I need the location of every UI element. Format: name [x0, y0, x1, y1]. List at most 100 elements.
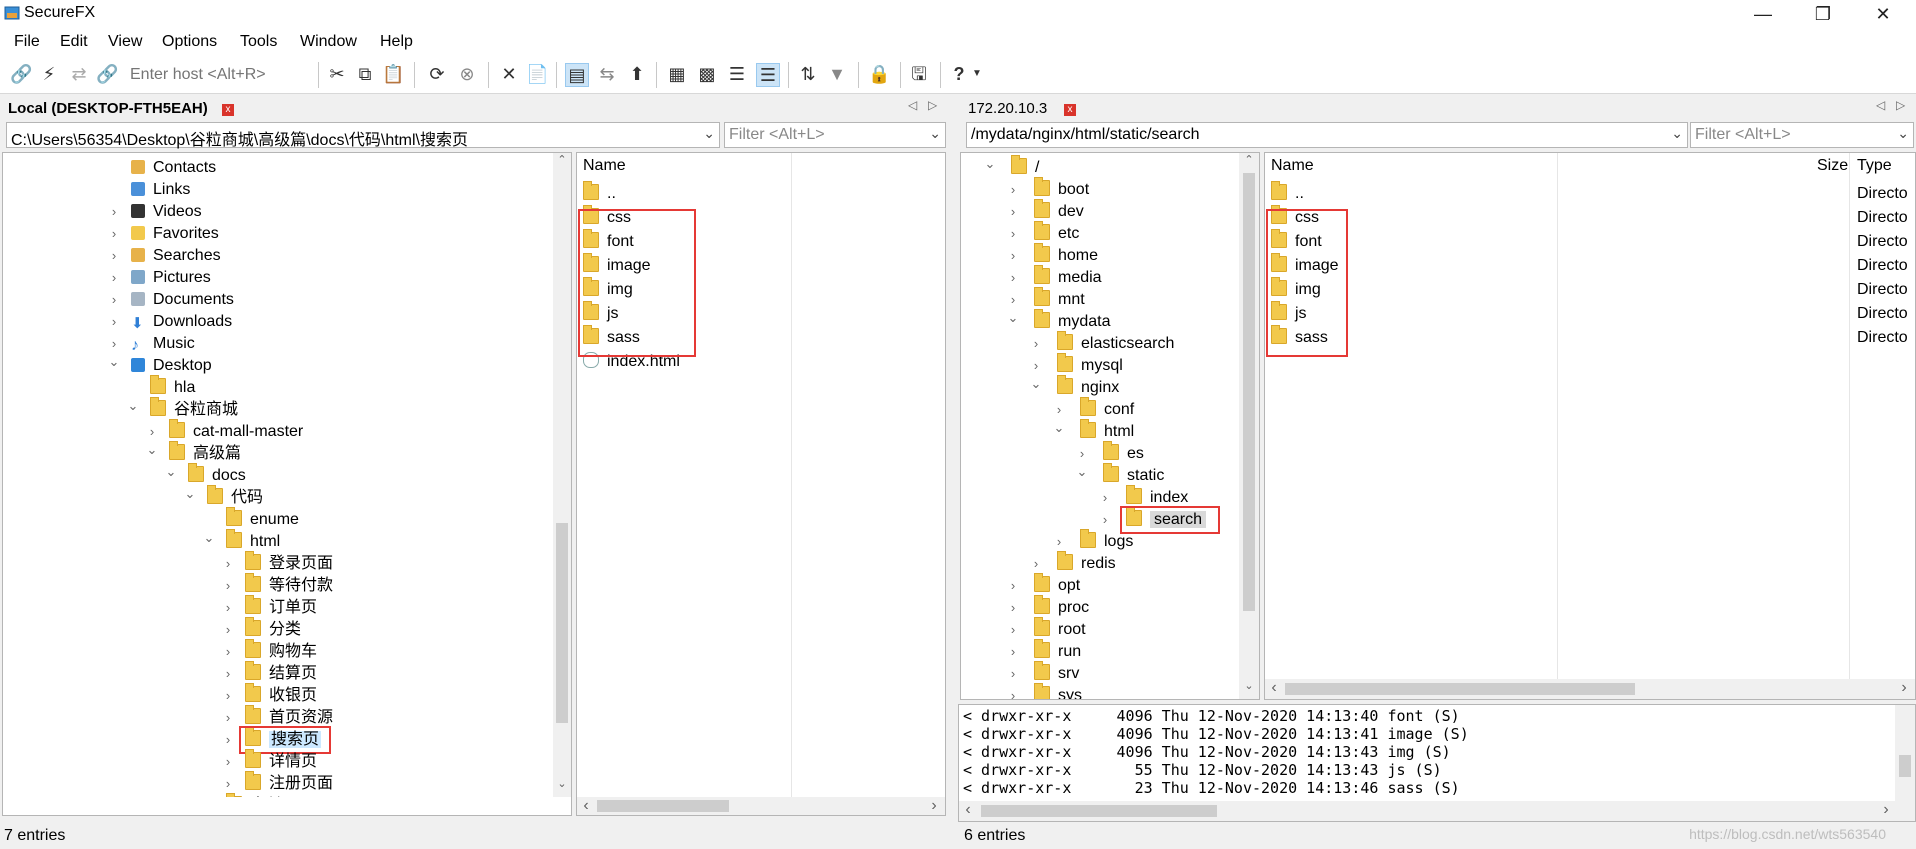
tree-item[interactable]: › proc	[961, 595, 1241, 619]
tree-item[interactable]: › Documents	[3, 289, 553, 311]
vertical-scrollbar[interactable]: ⌃ ⌄	[1239, 153, 1259, 699]
chevron-right-icon[interactable]: ›	[107, 267, 121, 289]
remote-file-list[interactable]: Name Size Type .. Directo css Directo font Di…	[1264, 152, 1916, 700]
menu-help[interactable]: Help	[380, 33, 413, 51]
tree-item[interactable]: › root	[961, 617, 1241, 641]
tree-item[interactable]: › opt	[961, 573, 1241, 597]
chevron-right-icon[interactable]: ›	[221, 597, 235, 619]
file-row[interactable]: img Directo	[1271, 277, 1911, 301]
tree-item[interactable]: › 等待付款	[3, 573, 553, 597]
tree-item[interactable]: › Pictures	[3, 267, 553, 289]
chevron-right-icon[interactable]: ›	[221, 575, 235, 597]
chevron-down-icon[interactable]: ⌄	[1075, 461, 1089, 483]
scroll-up-icon[interactable]: ⌃	[1239, 153, 1259, 166]
chevron-right-icon[interactable]: ›	[1006, 575, 1020, 597]
file-row[interactable]: .. Directo	[1271, 181, 1911, 205]
chevron-right-icon[interactable]: ›	[221, 553, 235, 575]
tree-item[interactable]: › logs	[961, 529, 1241, 553]
tree-item[interactable]: › mysql	[961, 353, 1241, 377]
tree-item[interactable]: ⌄ /	[961, 155, 1241, 179]
local-file-list[interactable]: Name .. css font image img js sass index.html ‹ ›	[576, 152, 946, 816]
scroll-left-icon[interactable]: ‹	[579, 797, 593, 815]
chevron-right-icon[interactable]: ›	[1098, 509, 1112, 531]
tree-item[interactable]: › elasticsearch	[961, 331, 1241, 355]
tree-item[interactable]: › Videos	[3, 201, 553, 223]
tree-item[interactable]: ⌄ html	[3, 529, 553, 553]
tree-item[interactable]: › srv	[961, 661, 1241, 685]
tree-item[interactable]: ⌄ docs	[3, 463, 553, 487]
file-row[interactable]: img	[583, 277, 633, 301]
chevron-right-icon[interactable]: ›	[1006, 663, 1020, 685]
horizontal-scrollbar[interactable]: ‹ ›	[1265, 679, 1915, 699]
tree-item[interactable]: Contacts	[3, 157, 553, 179]
tree-item[interactable]: › 结算页	[3, 661, 553, 685]
scroll-left-icon[interactable]: ‹	[961, 801, 975, 819]
tree-item[interactable]: › cat-mall-master	[3, 419, 553, 443]
tree-item[interactable]: ⌄ 谷粒商城	[3, 397, 553, 421]
details-view-icon[interactable]: ☰	[756, 63, 780, 87]
scrollbar-thumb[interactable]	[1243, 173, 1255, 611]
scrollbar-thumb[interactable]	[981, 805, 1217, 817]
chevron-down-icon[interactable]: ⌄	[145, 439, 159, 461]
local-path-combo[interactable]: C:\Users\56354\Desktop\谷粒商城\高级篇\docs\代码\…	[6, 122, 720, 149]
tree-item[interactable]: › ♪ Music	[3, 333, 553, 355]
sort-icon[interactable]: ⇅	[797, 63, 819, 85]
remote-filter-field[interactable]: Filter <Alt+L> ⌄	[1690, 122, 1914, 148]
properties-icon[interactable]: 📄	[526, 63, 548, 85]
scroll-right-icon[interactable]: ›	[1897, 679, 1911, 697]
tab-scroll-left-icon[interactable]: ◁	[1876, 98, 1885, 112]
menu-view[interactable]: View	[108, 33, 142, 51]
scroll-right-icon[interactable]: ›	[1879, 801, 1893, 819]
tree-item[interactable]: › home	[961, 243, 1241, 267]
column-header-type[interactable]: Type	[1857, 153, 1892, 179]
refresh-icon[interactable]: ⟳	[426, 63, 448, 85]
chevron-down-icon[interactable]: ⌄	[107, 351, 121, 373]
tree-view-icon[interactable]: ▤	[565, 63, 589, 87]
horizontal-scrollbar[interactable]: ‹ ›	[959, 801, 1915, 821]
scrollbar-thumb[interactable]	[1899, 755, 1911, 777]
list-view-icon[interactable]: ☰	[726, 63, 748, 85]
file-row[interactable]: css	[583, 205, 631, 229]
close-window-icon[interactable]: ✕	[1860, 0, 1906, 28]
file-row[interactable]: sass Directo	[1271, 325, 1911, 349]
chevron-right-icon[interactable]: ›	[107, 201, 121, 223]
tree-item[interactable]: › 购物车	[3, 639, 553, 663]
chevron-right-icon[interactable]: ›	[221, 641, 235, 663]
chevron-right-icon[interactable]: ›	[221, 663, 235, 685]
tree-item[interactable]: › sys	[961, 683, 1241, 699]
scroll-right-icon[interactable]: ›	[927, 797, 941, 815]
tree-item[interactable]: › search	[961, 507, 1241, 531]
chevron-right-icon[interactable]: ›	[107, 245, 121, 267]
chevron-right-icon[interactable]: ›	[1029, 333, 1043, 355]
tree-item[interactable]: › 分类	[3, 617, 553, 641]
tab-scroll-right-icon[interactable]: ▷	[1896, 98, 1905, 112]
chevron-down-icon[interactable]: ⌄	[929, 125, 941, 142]
host-input[interactable]	[128, 62, 312, 88]
chevron-down-icon[interactable]: ⌄	[164, 461, 178, 483]
scrollbar-thumb[interactable]	[1285, 683, 1635, 695]
chevron-right-icon[interactable]: ›	[1029, 553, 1043, 575]
menu-file[interactable]: File	[14, 33, 40, 51]
tree-item[interactable]: › media	[961, 265, 1241, 289]
chevron-down-icon[interactable]: ▼	[966, 63, 988, 85]
chevron-right-icon[interactable]: ›	[221, 707, 235, 729]
quick-connect-icon[interactable]: ⚡	[38, 63, 60, 85]
chevron-right-icon[interactable]: ›	[221, 729, 235, 751]
paste-icon[interactable]: 📋	[382, 63, 404, 85]
chevron-right-icon[interactable]: ›	[1006, 179, 1020, 201]
scroll-left-icon[interactable]: ‹	[1267, 679, 1281, 697]
file-row[interactable]: js Directo	[1271, 301, 1911, 325]
tree-item[interactable]: › ⬇ Downloads	[3, 311, 553, 333]
chevron-right-icon[interactable]: ›	[107, 223, 121, 245]
chevron-down-icon[interactable]: ⌄	[1052, 417, 1066, 439]
tree-item[interactable]: › mnt	[961, 287, 1241, 311]
remote-path-combo[interactable]: /mydata/nginx/html/static/search ⌄	[966, 122, 1688, 148]
close-tab-icon[interactable]: x	[222, 104, 234, 116]
file-row[interactable]: font Directo	[1271, 229, 1911, 253]
menu-options[interactable]: Options	[162, 33, 217, 51]
chevron-right-icon[interactable]: ›	[1006, 685, 1020, 699]
chevron-right-icon[interactable]: ›	[221, 751, 235, 773]
tree-item[interactable]: › 首页资源	[3, 705, 553, 729]
chevron-right-icon[interactable]: ›	[1006, 245, 1020, 267]
tree-item[interactable]: Links	[3, 179, 553, 201]
